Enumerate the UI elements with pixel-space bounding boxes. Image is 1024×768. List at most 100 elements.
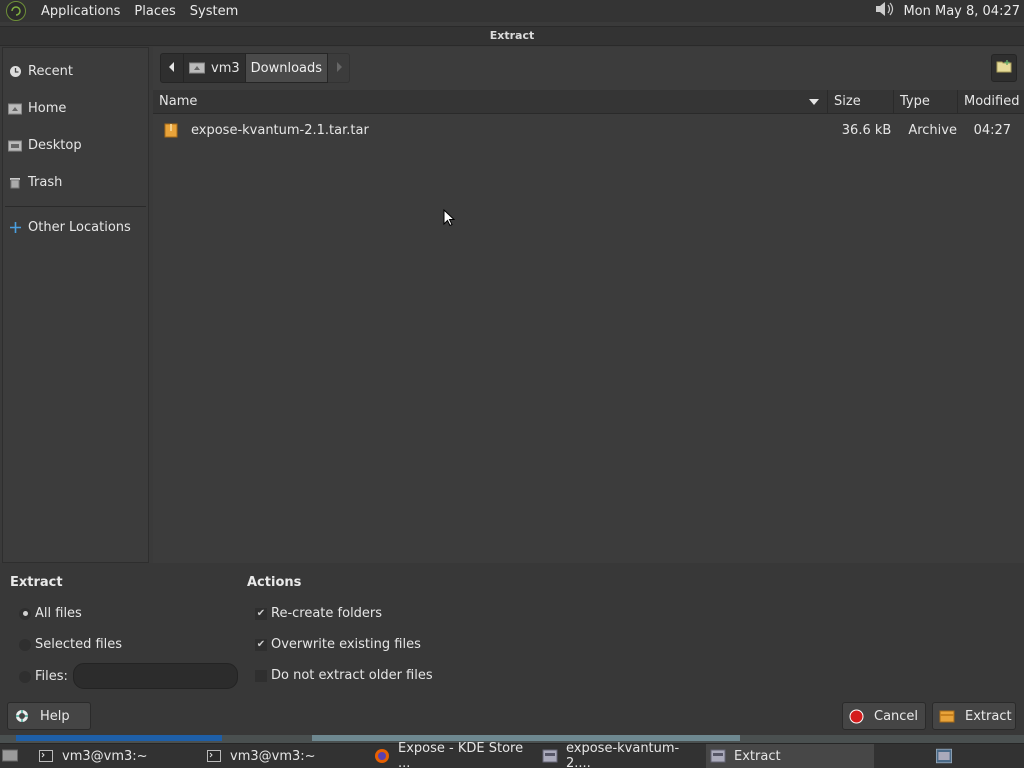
checkbox-label: Overwrite existing files	[271, 637, 421, 652]
clock-icon	[8, 65, 22, 79]
taskbar-item-archive-file[interactable]: expose-kvantum-2....	[542, 741, 702, 768]
file-type: Archive	[908, 122, 957, 138]
volume-icon[interactable]	[873, 0, 895, 22]
button-label: Help	[40, 708, 70, 724]
taskbar-item-terminal-1[interactable]: vm3@vm3:~	[38, 744, 198, 768]
check-icon: ✔	[255, 607, 267, 620]
extract-heading: Extract	[10, 575, 63, 590]
path-segment-label: vm3	[211, 60, 240, 76]
stop-icon	[849, 708, 864, 724]
sidebar-item-label: Trash	[28, 175, 63, 190]
sidebar-item-label: Other Locations	[28, 220, 131, 235]
radio-label: Selected files	[35, 637, 123, 652]
path-segment-label: Downloads	[250, 60, 323, 76]
file-row[interactable]: expose-kvantum-2.1.tar.tar 36.6 kB Archi…	[153, 117, 1024, 143]
cancel-button[interactable]: Cancel	[842, 702, 926, 730]
top-panel: Applications Places System Mon May 8, 04…	[0, 0, 1024, 22]
file-list-header: Name Size Type Modified	[153, 90, 1024, 114]
button-label: Cancel	[874, 708, 919, 724]
sidebar-item-trash[interactable]: Trash	[3, 164, 148, 201]
radio-selected	[19, 607, 31, 620]
workspace-switcher[interactable]	[936, 744, 958, 768]
sidebar-item-other-locations[interactable]: Other Locations	[3, 209, 148, 246]
file-browser: vm3 Downloads Name Size Type Modified ex…	[153, 47, 1024, 563]
column-header-label: Name	[159, 94, 198, 109]
places-sidebar: Recent Home Desktop Trash Other Location…	[2, 47, 149, 563]
new-folder-icon	[996, 59, 1012, 77]
sidebar-item-home[interactable]: Home	[3, 90, 148, 127]
radio-unselected	[19, 670, 31, 683]
mate-logo-icon[interactable]	[6, 1, 26, 21]
applications-menu[interactable]: Applications	[34, 4, 127, 19]
file-size: 36.6 kB	[841, 122, 892, 138]
task-label: vm3@vm3:~	[62, 748, 148, 764]
checkbox-label: Do not extract older files	[271, 668, 433, 683]
files-radio[interactable]: Files:	[19, 669, 68, 684]
file-modified: 04:27	[973, 122, 1012, 138]
taskbar-item-terminal-2[interactable]: vm3@vm3:~	[206, 744, 366, 768]
task-label: expose-kvantum-2....	[566, 741, 680, 768]
help-button[interactable]: Help	[7, 702, 91, 730]
taskbar-item-firefox[interactable]: Expose - KDE Store ...	[374, 741, 534, 768]
clock[interactable]: Mon May 8, 04:27	[903, 4, 1020, 19]
sidebar-item-label: Recent	[28, 64, 73, 79]
no-older-files-checkbox[interactable]: Do not extract older files	[255, 668, 433, 683]
column-header-type[interactable]: Type	[894, 90, 958, 114]
help-lifebuoy-icon	[14, 708, 30, 724]
sidebar-item-desktop[interactable]: Desktop	[3, 127, 148, 164]
new-folder-button[interactable]	[991, 54, 1017, 82]
sidebar-divider	[5, 206, 146, 207]
sidebar-item-label: Home	[28, 101, 67, 116]
trash-icon	[8, 176, 22, 190]
workspace-icon	[936, 748, 952, 764]
sidebar-item-label: Desktop	[28, 138, 82, 153]
column-header-modified[interactable]: Modified	[958, 90, 1024, 114]
plus-icon	[8, 221, 22, 235]
check-icon: ✔	[255, 638, 267, 651]
terminal-icon	[206, 749, 222, 763]
radio-label: All files	[35, 606, 82, 621]
places-menu[interactable]: Places	[127, 4, 182, 19]
column-header-size[interactable]: Size	[828, 90, 894, 114]
desktop-icon	[8, 139, 22, 153]
path-forward-button[interactable]	[328, 53, 351, 83]
chevron-left-icon	[169, 61, 175, 76]
archive-icon	[163, 122, 179, 138]
extract-archive-icon	[939, 708, 955, 724]
recreate-folders-checkbox[interactable]: ✔ Re-create folders	[255, 606, 382, 621]
chevron-right-icon	[336, 61, 342, 76]
file-name: expose-kvantum-2.1.tar.tar	[191, 122, 369, 138]
terminal-icon	[38, 749, 54, 763]
overwrite-files-checkbox[interactable]: ✔ Overwrite existing files	[255, 637, 421, 652]
files-pattern-input[interactable]	[73, 663, 238, 689]
show-desktop-button[interactable]	[2, 744, 22, 768]
button-label: Extract	[965, 708, 1012, 724]
checkbox-label: Re-create folders	[271, 606, 383, 621]
sidebar-item-recent[interactable]: Recent	[3, 53, 148, 90]
path-segment-home[interactable]: vm3	[184, 53, 246, 83]
column-header-name[interactable]: Name	[153, 90, 828, 114]
unchecked-box	[255, 669, 267, 682]
archive-manager-icon	[542, 749, 558, 763]
show-desktop-icon	[2, 749, 18, 763]
actions-heading: Actions	[247, 575, 302, 590]
radio-unselected	[19, 638, 31, 651]
extract-options-panel: Extract All files Selected files Files: …	[0, 563, 1024, 735]
radio-label: Files:	[35, 669, 68, 684]
selected-files-radio[interactable]: Selected files	[19, 637, 122, 652]
path-back-button[interactable]	[160, 53, 184, 83]
firefox-icon	[374, 749, 390, 763]
all-files-radio[interactable]: All files	[19, 606, 82, 621]
system-menu[interactable]: System	[183, 4, 245, 19]
task-label: vm3@vm3:~	[230, 748, 316, 764]
path-bar: vm3 Downloads	[160, 53, 351, 83]
path-segment-downloads[interactable]: Downloads	[245, 53, 329, 83]
home-icon	[8, 102, 22, 116]
dialog-title: Extract	[0, 26, 1024, 46]
sort-descending-icon	[809, 99, 819, 105]
task-label: Expose - KDE Store ...	[398, 741, 524, 768]
taskbar-item-extract[interactable]: Extract	[706, 744, 874, 768]
task-label: Extract	[734, 748, 781, 764]
home-icon	[189, 61, 205, 75]
extract-button[interactable]: Extract	[932, 702, 1016, 730]
